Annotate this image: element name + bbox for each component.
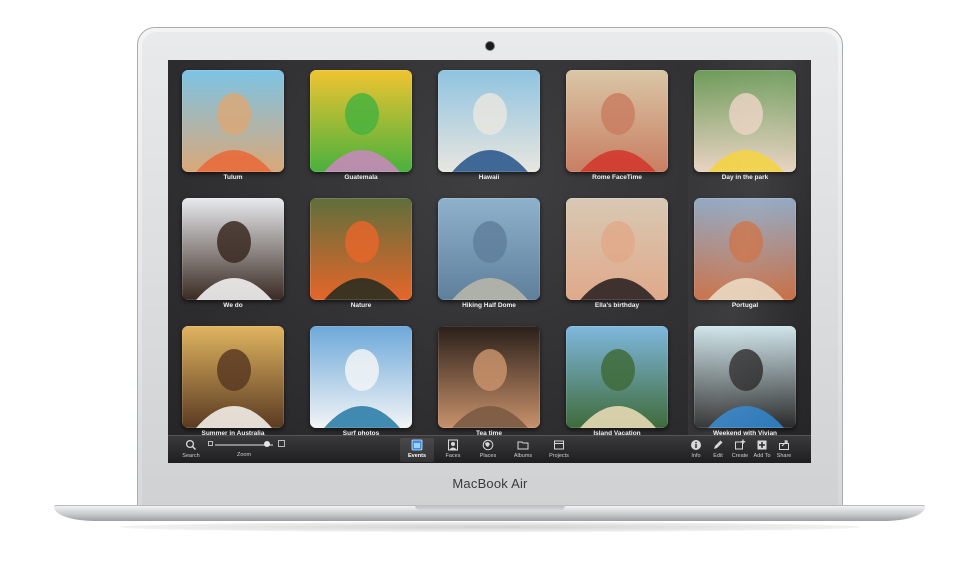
event-title: Rome FaceTime — [592, 174, 642, 181]
toolbar-label: Info — [691, 453, 701, 459]
camera-icon — [486, 42, 494, 50]
event-thumbnail[interactable] — [310, 70, 412, 172]
event-tile[interactable]: Nature — [310, 198, 412, 314]
toolbar-label: Faces — [445, 453, 461, 459]
lid-notch — [415, 505, 565, 511]
toolbar-label: Add To — [753, 453, 771, 459]
photo-image — [182, 70, 284, 172]
toolbar-share-button[interactable]: Share — [772, 438, 796, 462]
event-thumbnail[interactable] — [566, 326, 668, 428]
toolbar-places-button[interactable]: Places — [471, 438, 505, 462]
event-thumbnail[interactable] — [438, 198, 540, 300]
photo-image — [694, 326, 796, 428]
photo-image — [566, 326, 668, 428]
event-title: Portugal — [731, 302, 759, 309]
event-thumbnail[interactable] — [694, 70, 796, 172]
device-brand: MacBook Air — [452, 476, 528, 491]
toolbar-add-to-button[interactable]: Add To — [750, 438, 774, 462]
event-tile[interactable]: Surf photos — [310, 326, 412, 442]
event-tile[interactable]: Hawaii — [438, 70, 540, 186]
toolbar-faces-button[interactable]: Faces — [436, 438, 470, 462]
faces-icon — [448, 439, 458, 451]
event-thumbnail[interactable] — [438, 70, 540, 172]
info-icon — [691, 440, 701, 450]
event-title: Tulum — [223, 174, 243, 181]
photo-image — [566, 198, 668, 300]
bottom-toolbar: Search Zoom Events Faces Places Albums Proje… — [168, 435, 811, 463]
toolbar-label: Create — [731, 453, 749, 459]
event-thumbnail[interactable] — [694, 198, 796, 300]
toolbar-label: Albums — [513, 453, 533, 459]
photo-image — [310, 70, 412, 172]
event-tile[interactable]: Tulum — [182, 70, 284, 186]
photo-image — [310, 326, 412, 428]
event-tile[interactable]: Tea time — [438, 326, 540, 442]
event-title: Guatemala — [344, 174, 378, 181]
projects-icon — [554, 440, 564, 450]
albums-icon — [517, 441, 529, 450]
events-grid: Tulum Guatemala Hawaii Rome FaceTime Day in … — [168, 60, 811, 437]
photo-image — [182, 198, 284, 300]
photo-image — [310, 198, 412, 300]
event-thumbnail[interactable] — [694, 326, 796, 428]
event-tile[interactable]: Ella's birthday — [566, 198, 668, 314]
event-thumbnail[interactable] — [310, 198, 412, 300]
add-to-icon — [757, 440, 767, 450]
photo-image — [438, 198, 540, 300]
event-tile[interactable]: Rome FaceTime — [566, 70, 668, 186]
event-thumbnail[interactable] — [566, 198, 668, 300]
edit-icon — [714, 440, 723, 449]
toolbar-label: Share — [776, 453, 792, 459]
photo-image — [694, 198, 796, 300]
create-icon — [735, 439, 746, 450]
event-thumbnail[interactable] — [182, 70, 284, 172]
events-icon — [411, 439, 423, 451]
event-tile[interactable]: Weekend with Vivian — [694, 326, 796, 442]
event-tile[interactable]: Day in the park — [694, 70, 796, 186]
toolbar-label: Places — [479, 453, 497, 459]
iphoto-window: Tulum Guatemala Hawaii Rome FaceTime Day in … — [168, 60, 811, 463]
event-title: We do — [223, 302, 243, 309]
places-icon — [482, 439, 494, 451]
toolbar-projects-button[interactable]: Projects — [542, 438, 576, 462]
toolbar-label: Projects — [549, 453, 569, 459]
zoom-knob[interactable] — [264, 441, 270, 447]
event-tile[interactable]: We do — [182, 198, 284, 314]
toolbar-label: Events — [407, 453, 427, 459]
event-thumbnail[interactable] — [182, 326, 284, 428]
event-title: Nature — [350, 302, 372, 309]
photo-image — [694, 70, 796, 172]
toolbar-info-button[interactable]: Info — [684, 438, 708, 462]
share-icon — [779, 440, 789, 450]
photo-image — [182, 326, 284, 428]
event-title: Ella's birthday — [594, 302, 640, 309]
photo-image — [438, 70, 540, 172]
event-tile[interactable]: Summer in Australia — [182, 326, 284, 442]
search-button[interactable]: Search — [174, 438, 208, 462]
base-shadow — [120, 522, 860, 532]
toolbar-albums-button[interactable]: Albums — [506, 438, 540, 462]
event-title: Hawaii — [478, 174, 500, 181]
event-title: Hiking Half Dome — [462, 302, 516, 309]
toolbar-events-button[interactable]: Events — [400, 438, 434, 462]
photo-image — [438, 326, 540, 428]
toolbar-label: Edit — [713, 453, 723, 459]
toolbar-create-button[interactable]: Create — [728, 438, 752, 462]
toolbar-edit-button[interactable]: Edit — [706, 438, 730, 462]
event-tile[interactable]: Portugal — [694, 198, 796, 314]
search-label: Search — [182, 453, 200, 459]
event-tile[interactable]: Guatemala — [310, 70, 412, 186]
zoom-label: Zoom — [237, 452, 252, 458]
event-thumbnail[interactable] — [182, 198, 284, 300]
zoom-small-icon — [208, 441, 213, 446]
search-icon — [185, 439, 197, 451]
photo-image — [566, 70, 668, 172]
event-thumbnail[interactable] — [566, 70, 668, 172]
zoom-large-icon — [278, 440, 285, 447]
event-thumbnail[interactable] — [438, 326, 540, 428]
event-thumbnail[interactable] — [310, 326, 412, 428]
event-tile[interactable]: Island Vacation — [566, 326, 668, 442]
event-title: Day in the park — [721, 174, 769, 181]
event-tile[interactable]: Hiking Half Dome — [438, 198, 540, 314]
